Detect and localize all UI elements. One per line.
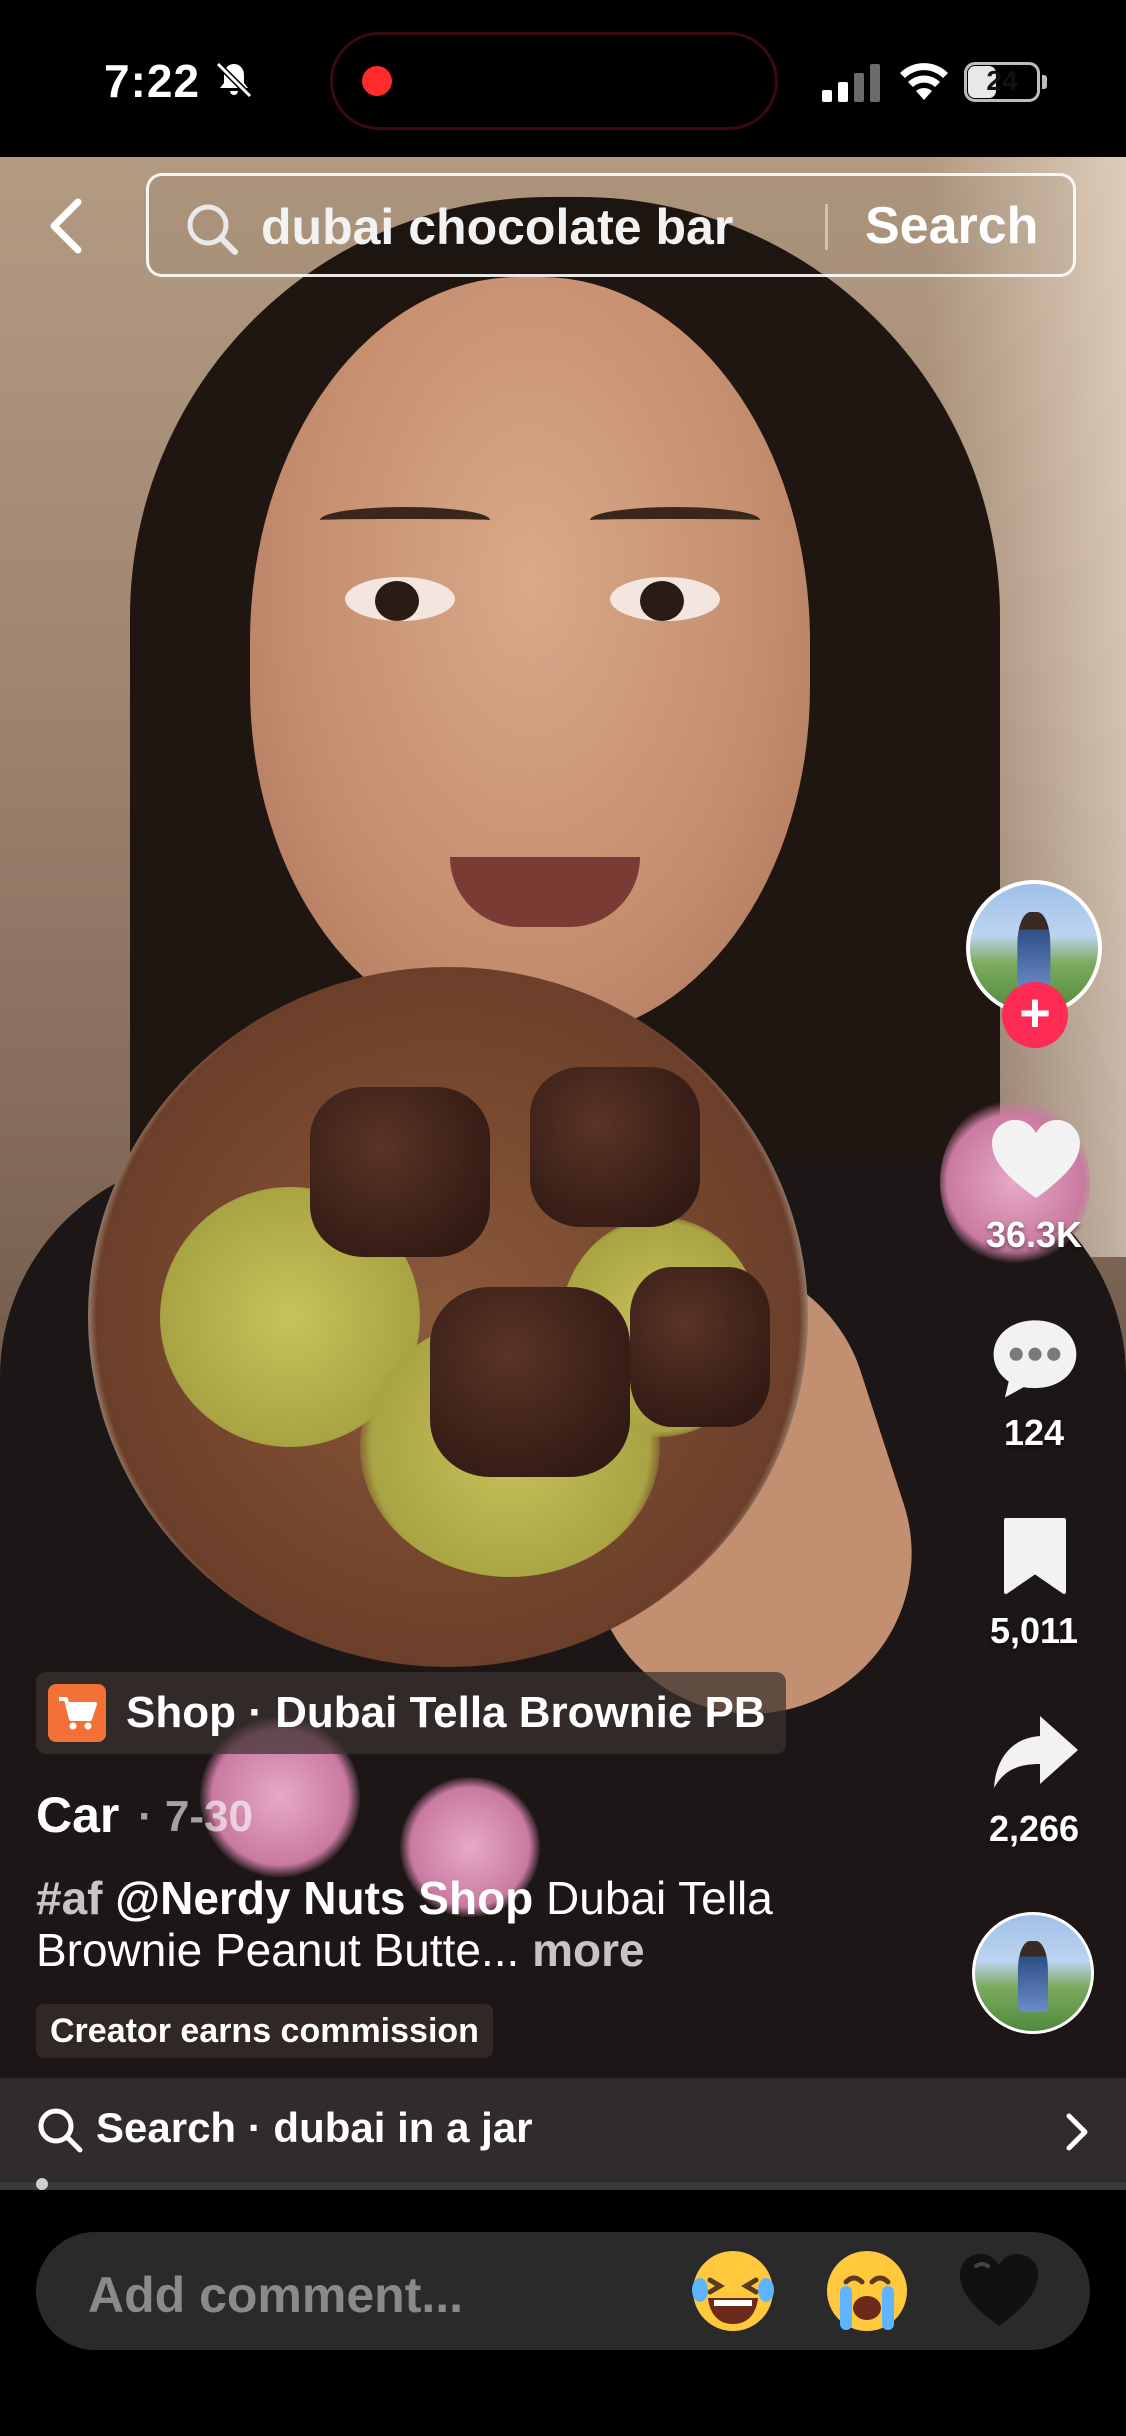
- sound-disc[interactable]: [972, 1912, 1094, 2034]
- bell-slash-icon: [215, 61, 253, 99]
- status-time: 7:22: [104, 55, 201, 107]
- bookmark-icon[interactable]: [1000, 1516, 1070, 1596]
- comment-placeholder: Add comment...: [88, 2267, 464, 2323]
- save-count: 5,011: [989, 1610, 1079, 1651]
- share-count: 2,266: [988, 1808, 1080, 1849]
- wifi-icon: [900, 63, 948, 100]
- post-date: · 7-30: [138, 1792, 253, 1841]
- comment-input[interactable]: Add comment...: [36, 2232, 1090, 2350]
- cart-icon: [48, 1684, 106, 1742]
- related-search-bar[interactable]: Search · dubai in a jar: [0, 2078, 1126, 2184]
- commission-badge: Creator earns commission: [36, 2004, 493, 2058]
- battery-icon: 24: [964, 62, 1048, 102]
- dynamic-island: [330, 32, 778, 130]
- search-icon: [187, 204, 238, 255]
- signal-icon: [822, 64, 880, 102]
- video-progress-handle[interactable]: [36, 2178, 48, 2190]
- laughing-emoji-button[interactable]: [688, 2246, 778, 2336]
- post-caption[interactable]: #af @Nerdy Nuts Shop Dubai Tella Brownie…: [36, 1872, 836, 1976]
- search-button[interactable]: Search: [865, 196, 1038, 256]
- related-search-label: Search · dubai in a jar: [96, 2104, 533, 2151]
- search-query[interactable]: dubai chocolate bar: [261, 198, 733, 256]
- caption-more-link[interactable]: more: [532, 1924, 644, 1976]
- shop-link[interactable]: Shop · Dubai Tella Brownie PB: [36, 1672, 786, 1754]
- caption-hashtag[interactable]: #af: [36, 1872, 102, 1924]
- recording-indicator: [362, 66, 392, 96]
- follow-button[interactable]: +: [1002, 982, 1068, 1048]
- status-bar: 7:22 24: [0, 0, 1126, 157]
- shop-label: Shop · Dubai Tella Brownie PB: [126, 1688, 766, 1737]
- comment-icon[interactable]: [988, 1314, 1082, 1402]
- black-heart-emoji-button[interactable]: [954, 2246, 1044, 2336]
- search-divider: [825, 204, 828, 250]
- comment-count: 124: [1003, 1412, 1065, 1453]
- back-chevron-icon[interactable]: [44, 196, 88, 256]
- like-count: 36.3K: [985, 1214, 1083, 1255]
- video-progress-bar[interactable]: [0, 2182, 1126, 2190]
- caption-mention[interactable]: @Nerdy Nuts Shop: [115, 1872, 533, 1924]
- author-name[interactable]: Car: [36, 1786, 119, 1844]
- chevron-right-icon: [1066, 2113, 1088, 2151]
- crying-emoji-button[interactable]: [822, 2246, 912, 2336]
- heart-icon[interactable]: [988, 1116, 1084, 1202]
- search-input[interactable]: dubai chocolate bar Search: [146, 173, 1076, 277]
- search-icon: [38, 2108, 83, 2153]
- share-icon[interactable]: [990, 1712, 1080, 1792]
- battery-level: 24: [986, 65, 1018, 96]
